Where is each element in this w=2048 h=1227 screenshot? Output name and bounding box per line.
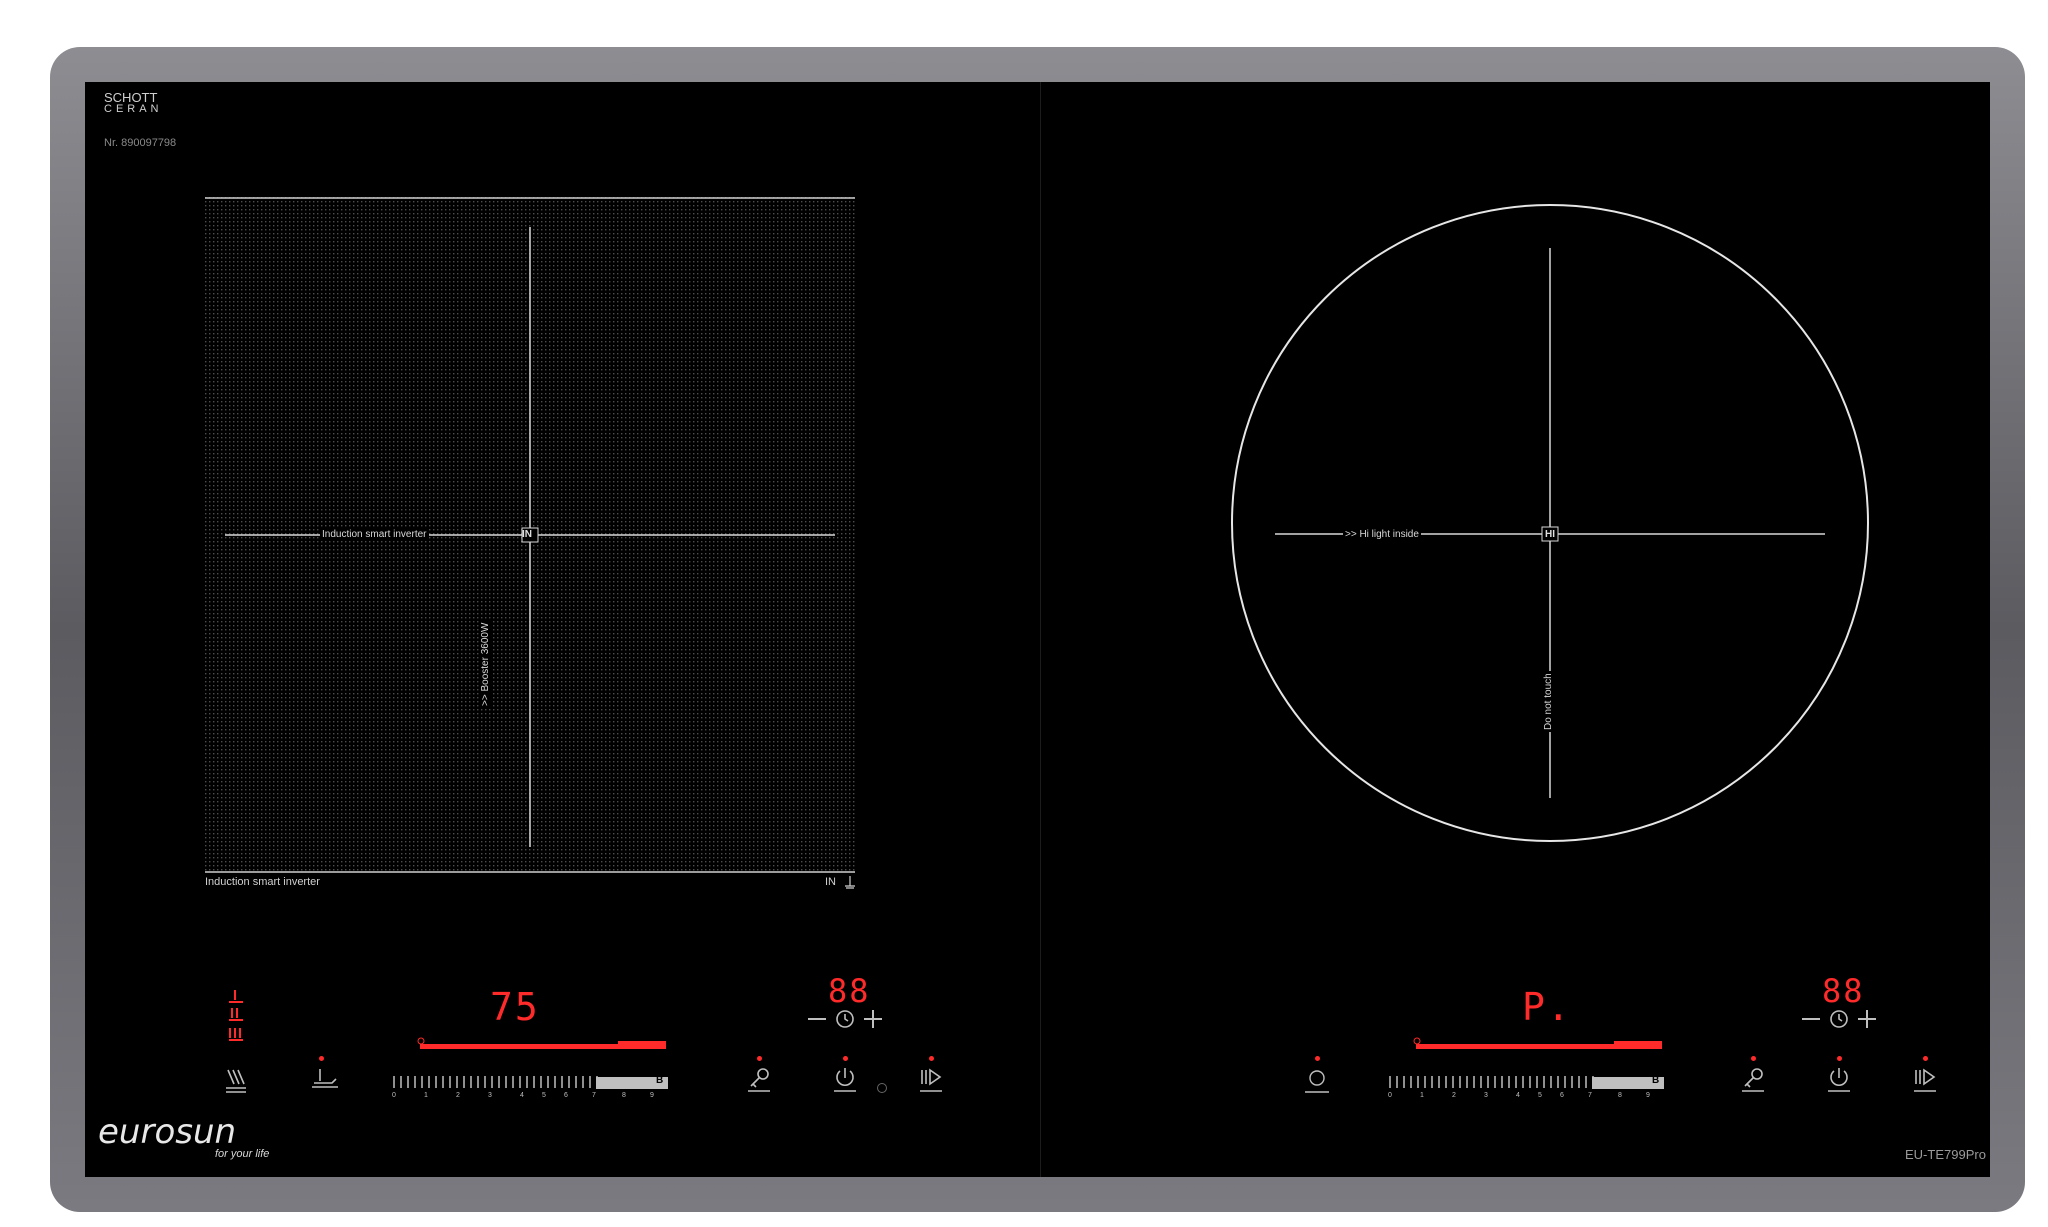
heat-level-icon-1 bbox=[229, 990, 243, 1041]
slider-level: 8 bbox=[622, 1092, 626, 1099]
slider-level: 2 bbox=[456, 1092, 460, 1099]
serial-number: Nr. 890097798 bbox=[104, 137, 177, 149]
right-lock-indicator bbox=[1751, 1056, 1756, 1061]
left-slider-boost[interactable]: B bbox=[656, 1075, 663, 1086]
slider-level: 3 bbox=[1484, 1092, 1488, 1099]
slider-level: 8 bbox=[1618, 1092, 1622, 1099]
slider-level: 5 bbox=[1538, 1092, 1542, 1099]
slider-level: 0 bbox=[392, 1092, 396, 1099]
right-zone-horizontal-label: >> Hi light inside bbox=[1343, 529, 1421, 540]
right-zone-vertical-label: Do not touch bbox=[1543, 671, 1554, 732]
left-pause-indicator bbox=[929, 1056, 934, 1061]
slider-level: 5 bbox=[542, 1092, 546, 1099]
left-lock-key-icon[interactable] bbox=[746, 1066, 772, 1094]
left-zone-horizontal-label: Induction smart inverter bbox=[320, 529, 429, 540]
right-lock-key-icon[interactable] bbox=[1740, 1066, 1766, 1094]
right-zone-center-label: HI bbox=[1545, 529, 1555, 540]
slider-level: 3 bbox=[488, 1092, 492, 1099]
right-slider-level-labels: 0 1 2 3 4 5 6 7 8 9 bbox=[1388, 1092, 1664, 1102]
slider-level: 1 bbox=[424, 1092, 428, 1099]
left-zone-bottom-label: Induction smart inverter bbox=[205, 876, 320, 888]
glass-maker-sub: CERAN bbox=[104, 103, 163, 115]
left-zone-center-label: IN bbox=[522, 529, 532, 540]
left-timer-plus-icon[interactable] bbox=[862, 1008, 884, 1030]
right-power-icon[interactable] bbox=[1826, 1066, 1852, 1094]
left-timer-display: 88 bbox=[828, 972, 871, 1010]
right-pause-play-icon[interactable] bbox=[1912, 1066, 1938, 1094]
left-power-indicator bbox=[843, 1056, 848, 1061]
left-pause-play-icon[interactable] bbox=[918, 1066, 944, 1094]
right-timer-clock-icon[interactable] bbox=[1828, 1008, 1850, 1030]
right-power-display: P. bbox=[1522, 985, 1572, 1029]
right-slider-boost[interactable]: B bbox=[1652, 1075, 1659, 1086]
left-power-slider[interactable] bbox=[392, 1074, 670, 1090]
slider-level: 9 bbox=[1646, 1092, 1650, 1099]
right-power-indicator bbox=[1837, 1056, 1842, 1061]
left-lock-indicator bbox=[757, 1056, 762, 1061]
right-pause-indicator bbox=[1923, 1056, 1928, 1061]
left-power-bar bbox=[417, 1037, 666, 1049]
right-power-slider[interactable] bbox=[1388, 1074, 1666, 1090]
slider-level: 4 bbox=[1516, 1092, 1520, 1099]
left-small-circle-icon bbox=[877, 1083, 887, 1093]
left-power-icon[interactable] bbox=[832, 1066, 858, 1094]
keep-warm-icon[interactable] bbox=[310, 1067, 340, 1093]
left-timer-minus-icon[interactable] bbox=[806, 1014, 828, 1024]
slider-level: 6 bbox=[564, 1092, 568, 1099]
model-number: EU-TE799Pro bbox=[1905, 1147, 1986, 1162]
right-timer-plus-icon[interactable] bbox=[1856, 1008, 1878, 1030]
slider-level: 9 bbox=[650, 1092, 654, 1099]
slider-level: 2 bbox=[1452, 1092, 1456, 1099]
slider-level: 1 bbox=[1420, 1092, 1424, 1099]
slider-level: 0 bbox=[1388, 1092, 1392, 1099]
center-divider bbox=[1040, 82, 1041, 1177]
heat-mode-icon[interactable] bbox=[224, 1068, 248, 1094]
right-zone-select-icon[interactable] bbox=[1303, 1068, 1331, 1094]
right-timer-minus-icon[interactable] bbox=[1800, 1014, 1822, 1024]
right-timer-display: 88 bbox=[1822, 972, 1865, 1010]
left-slider-level-labels: 0 1 2 3 4 5 6 7 8 9 bbox=[392, 1092, 668, 1102]
slider-level: 4 bbox=[520, 1092, 524, 1099]
keep-warm-indicator bbox=[319, 1056, 324, 1061]
brand-logo: eurosun bbox=[98, 1112, 237, 1152]
left-zone-vertical-label: >> Booster 3600W bbox=[480, 620, 491, 708]
slider-level: 6 bbox=[1560, 1092, 1564, 1099]
pan-icon bbox=[845, 876, 855, 889]
slider-level: 7 bbox=[1588, 1092, 1592, 1099]
right-cooking-zone bbox=[1231, 204, 1869, 842]
brand-tagline: for your life bbox=[215, 1148, 270, 1160]
slider-level: 7 bbox=[592, 1092, 596, 1099]
right-power-bar bbox=[1413, 1037, 1662, 1049]
left-zone-bottom-right-label: IN bbox=[825, 876, 836, 888]
left-timer-clock-icon[interactable] bbox=[834, 1008, 856, 1030]
left-power-display: 75 bbox=[490, 985, 540, 1029]
right-zone-indicator bbox=[1315, 1056, 1320, 1061]
